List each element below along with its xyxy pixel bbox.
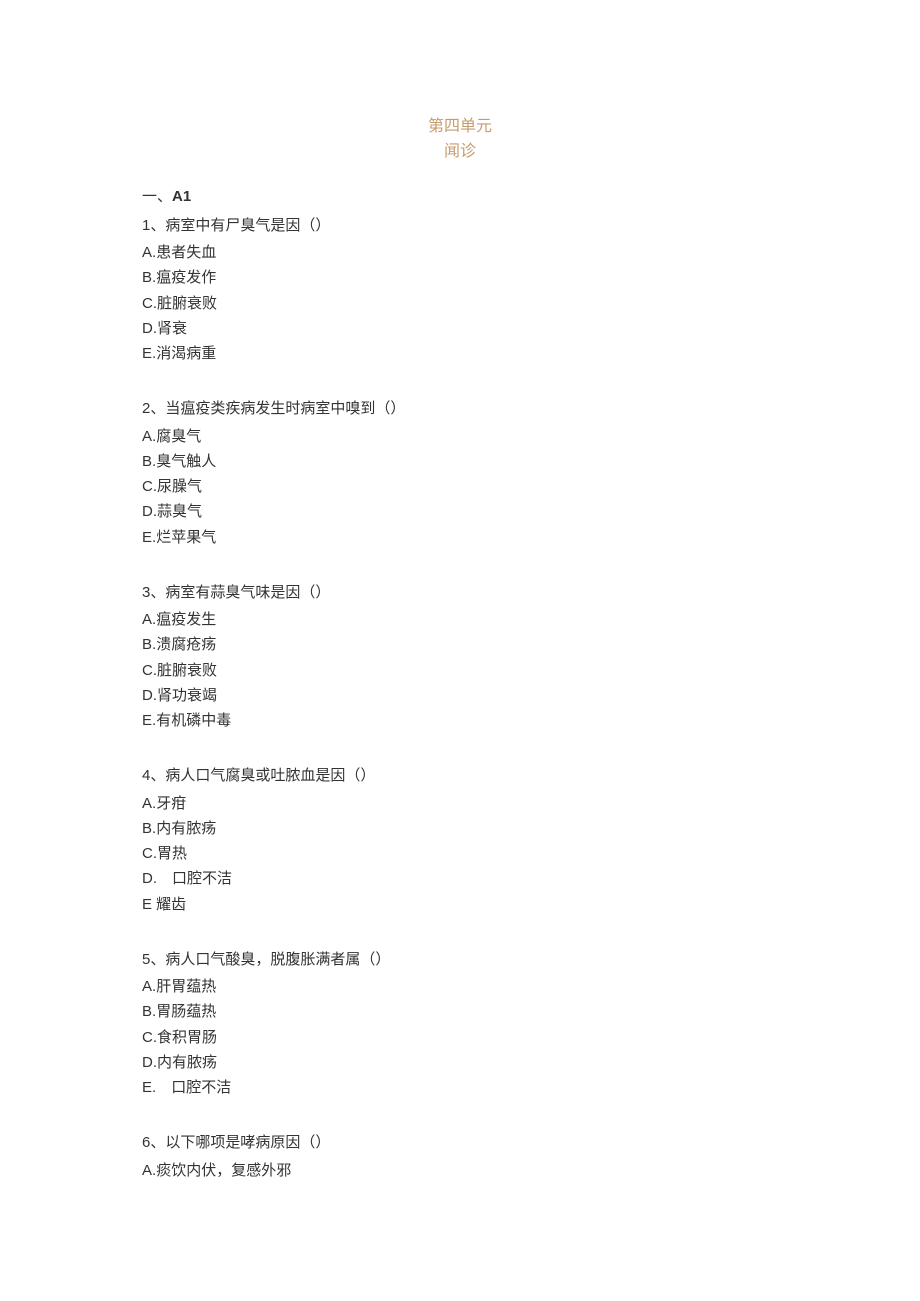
option: A.牙疳 (142, 792, 778, 815)
option: B.溃腐疮疡 (142, 633, 778, 656)
option-text: 有机磷中毒 (156, 712, 231, 729)
section-label: 一、A1 (142, 185, 778, 208)
option: D.肾功衰竭 (142, 684, 778, 707)
option-label: A. (142, 1162, 156, 1179)
option-label: D. (142, 870, 157, 887)
question-stem: 1、病室中有尸臭气是因（） (142, 214, 778, 237)
option-label: B. (142, 636, 156, 653)
option-label: B. (142, 820, 156, 837)
option-text: 胃肠蕴热 (156, 1003, 216, 1020)
option-text: 痰饮内伏，复感外邪 (156, 1162, 291, 1179)
option: B.胃肠蕴热 (142, 1000, 778, 1023)
option: D.肾衰 (142, 317, 778, 340)
section-prefix: 一、 (142, 188, 172, 205)
option-text: 瘟疫发生 (156, 611, 216, 628)
option: A.肝胃蕴热 (142, 975, 778, 998)
question-stem: 5、病人口气酸臭，脱腹胀满者属（） (142, 948, 778, 971)
option-text: 脏腑衰败 (157, 295, 217, 312)
option: A.痰饮内伏，复感外邪 (142, 1159, 778, 1182)
question-stem: 4、病人口气腐臭或吐脓血是因（） (142, 764, 778, 787)
option: B.臭气触人 (142, 450, 778, 473)
option: C.脏腑衰败 (142, 659, 778, 682)
option-text: 食积胃肠 (157, 1029, 217, 1046)
unit-header: 第四单元 闻诊 (142, 115, 778, 165)
question-stem: 6、以下哪项是哮病原因（） (142, 1131, 778, 1154)
option-text: 瘟疫发作 (156, 269, 216, 286)
option: C.食积胃肠 (142, 1026, 778, 1049)
option-label: E. (142, 345, 156, 362)
option-label: E. (142, 1079, 156, 1096)
option-label: B. (142, 269, 156, 286)
option: E.消渴病重 (142, 342, 778, 365)
option: A.患者失血 (142, 241, 778, 264)
option-label: C. (142, 845, 157, 862)
option-text: 消渴病重 (156, 345, 216, 362)
question: 1、病室中有尸臭气是因（）A.患者失血B.瘟疫发作C.脏腑衰败D.肾衰E.消渴病… (142, 214, 778, 366)
option-text: 患者失血 (156, 244, 216, 261)
option-text: 溃腐疮疡 (156, 636, 216, 653)
option: E 耀齿 (142, 893, 778, 916)
option-label: D. (142, 687, 157, 704)
option-label: E (142, 896, 152, 913)
option-text: 胃热 (157, 845, 187, 862)
option-label: B. (142, 453, 156, 470)
option: D.蒜臭气 (142, 500, 778, 523)
option-text: 蒜臭气 (157, 503, 202, 520)
option: B.内有脓疡 (142, 817, 778, 840)
option-text: 烂苹果气 (156, 529, 216, 546)
question: 6、以下哪项是哮病原因（） A.痰饮内伏，复感外邪 (142, 1131, 778, 1182)
option: E. 口腔不洁 (142, 1076, 778, 1099)
question: 4、病人口气腐臭或吐脓血是因（）A.牙疳B.内有脓疡C.胃热D. 口腔不洁E 耀… (142, 764, 778, 916)
option-text: 口腔不洁 (157, 870, 232, 887)
option-label: D. (142, 320, 157, 337)
option-text: 内有脓疡 (156, 820, 216, 837)
option-label: A. (142, 244, 156, 261)
unit-subtitle: 闻诊 (142, 140, 778, 165)
option-label: E. (142, 712, 156, 729)
option-label: D. (142, 1054, 157, 1071)
option-text: 肝胃蕴热 (156, 978, 216, 995)
question: 3、病室有蒜臭气味是因（）A.瘟疫发生B.溃腐疮疡C.脏腑衰败D.肾功衰竭E.有… (142, 581, 778, 733)
question: 5、病人口气酸臭，脱腹胀满者属（）A.肝胃蕴热B.胃肠蕴热C.食积胃肠D.内有脓… (142, 948, 778, 1100)
option-label: C. (142, 1029, 157, 1046)
option-label: E. (142, 529, 156, 546)
option-label: A. (142, 978, 156, 995)
question-stem: 3、病室有蒜臭气味是因（） (142, 581, 778, 604)
option: A.腐臭气 (142, 425, 778, 448)
section-type: A1 (172, 188, 191, 205)
option-label: C. (142, 478, 157, 495)
option: C.胃热 (142, 842, 778, 865)
option-label: A. (142, 428, 156, 445)
option-label: C. (142, 662, 157, 679)
option-label: A. (142, 611, 156, 628)
question-stem: 2、当瘟疫类疾病发生时病室中嗅到（） (142, 397, 778, 420)
option-label: D. (142, 503, 157, 520)
questions-container: 1、病室中有尸臭气是因（）A.患者失血B.瘟疫发作C.脏腑衰败D.肾衰E.消渴病… (142, 214, 778, 1182)
option: E.烂苹果气 (142, 526, 778, 549)
option-text: 牙疳 (156, 795, 186, 812)
option-label: C. (142, 295, 157, 312)
option: C.脏腑衰败 (142, 292, 778, 315)
option-text: 耀齿 (152, 896, 186, 913)
option-text: 腐臭气 (156, 428, 201, 445)
option: C.尿臊气 (142, 475, 778, 498)
option-text: 尿臊气 (157, 478, 202, 495)
option-text: 臭气触人 (156, 453, 216, 470)
option-text: 口腔不洁 (156, 1079, 231, 1096)
option: E.有机磷中毒 (142, 709, 778, 732)
option-label: A. (142, 795, 156, 812)
option-label: B. (142, 1003, 156, 1020)
option-text: 脏腑衰败 (157, 662, 217, 679)
question: 2、当瘟疫类疾病发生时病室中嗅到（）A.腐臭气B.臭气触人C.尿臊气D.蒜臭气E… (142, 397, 778, 549)
option-text: 肾衰 (157, 320, 187, 337)
option-text: 内有脓疡 (157, 1054, 217, 1071)
option: D.内有脓疡 (142, 1051, 778, 1074)
option: A.瘟疫发生 (142, 608, 778, 631)
option-text: 肾功衰竭 (157, 687, 217, 704)
option: D. 口腔不洁 (142, 867, 778, 890)
option: B.瘟疫发作 (142, 266, 778, 289)
unit-title: 第四单元 (142, 115, 778, 140)
